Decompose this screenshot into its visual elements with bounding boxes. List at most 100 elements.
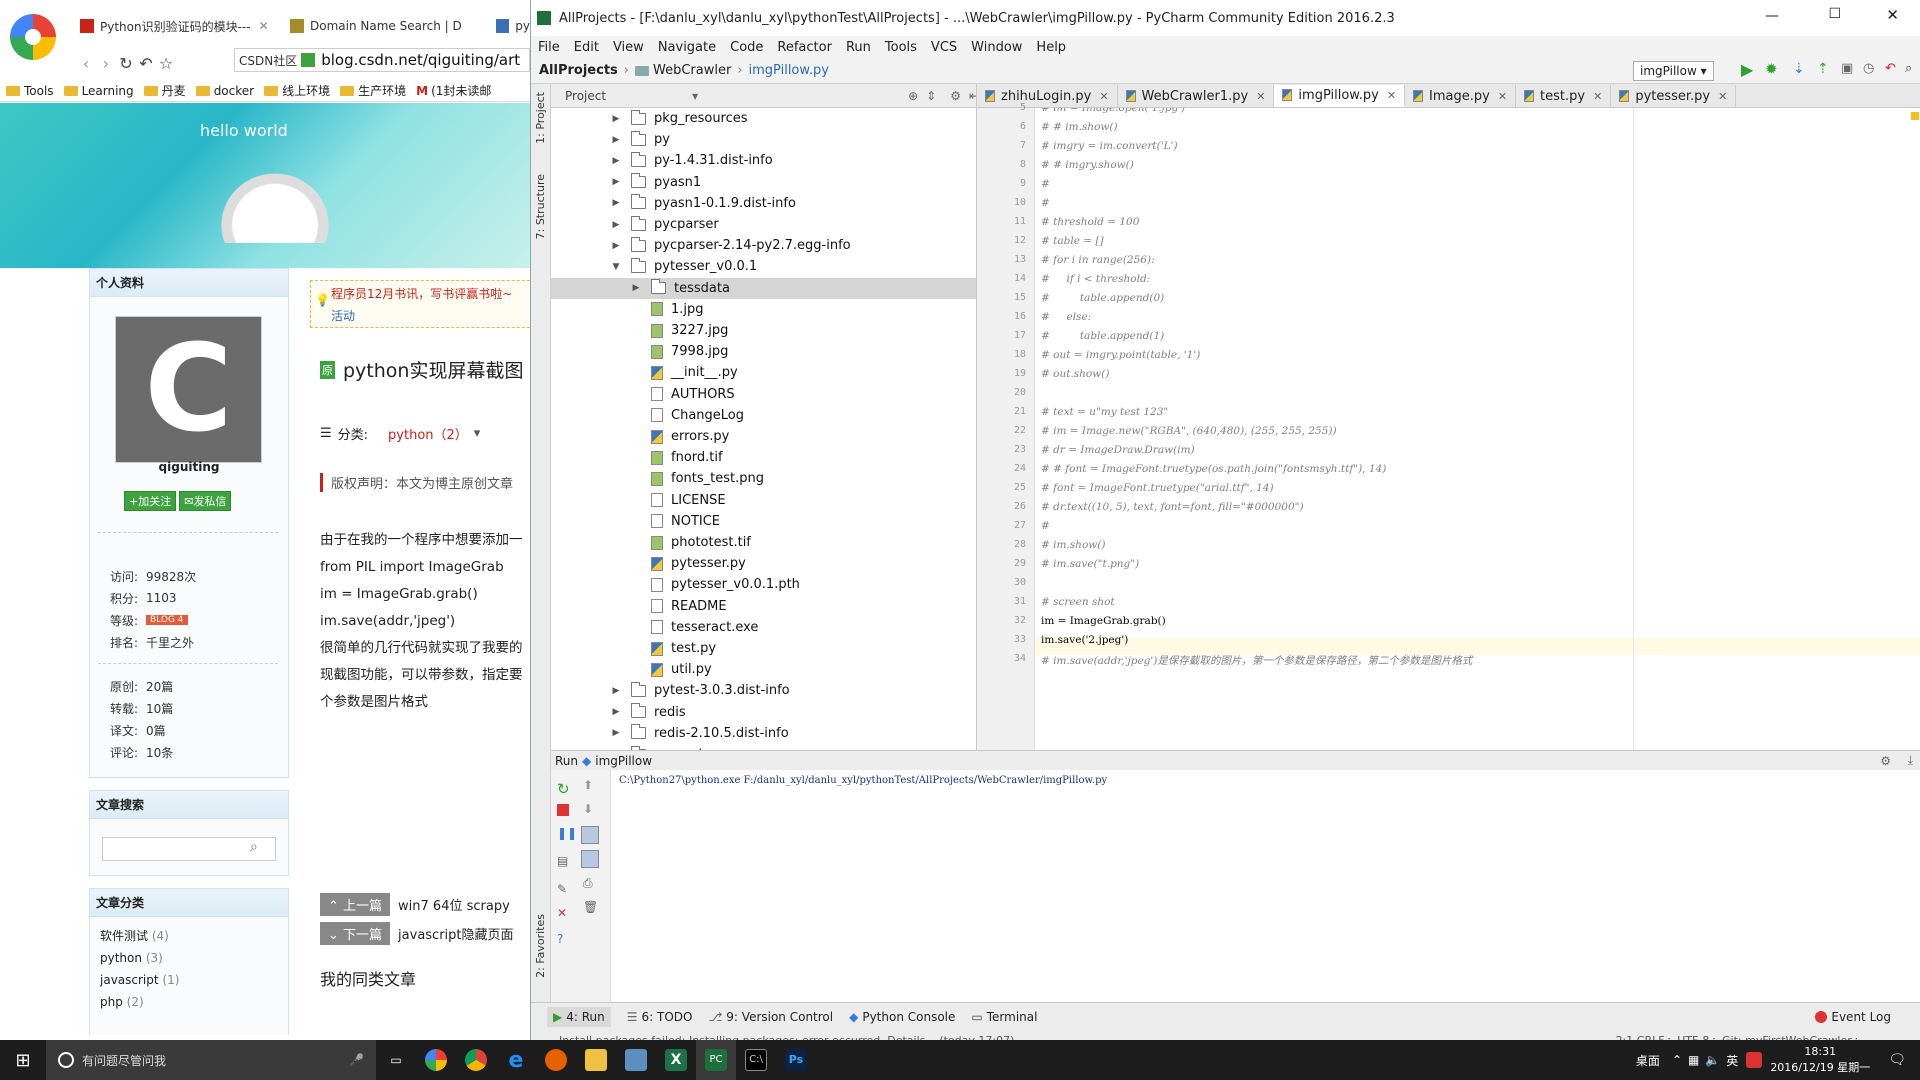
breadcrumb-file[interactable]: imgPillow.py — [749, 63, 829, 78]
collapsed-arrow-icon[interactable]: ▶ — [611, 198, 621, 208]
editor-tab[interactable]: pytesser.py ✕ — [1611, 85, 1737, 107]
close-icon[interactable]: ✕ — [1886, 6, 1899, 24]
undo-icon[interactable]: ↶ — [136, 53, 156, 73]
photoshop-icon[interactable]: Ps — [776, 1040, 816, 1080]
collapsed-arrow-icon[interactable]: ▶ — [611, 156, 621, 166]
down-icon[interactable]: ⬇ — [583, 802, 593, 816]
tree-item[interactable]: __init__.py — [631, 362, 738, 383]
collapsed-arrow-icon[interactable]: ▶ — [611, 114, 621, 124]
notice-text[interactable]: 程序员12月书讯，写书评赢书啦~ — [331, 283, 530, 305]
collapse-icon[interactable]: ⇕ — [926, 89, 936, 103]
prev-link[interactable]: win7 64位 scrapy — [398, 895, 510, 914]
search-everywhere-icon[interactable]: ⌕ — [1905, 61, 1912, 76]
breadcrumb-project[interactable]: AllProjects — [539, 63, 618, 78]
sogou-icon[interactable] — [1746, 1052, 1763, 1068]
pin-icon[interactable]: ✎ — [557, 882, 567, 896]
tree-item[interactable]: ▼ pytesser_v0.0.1 — [611, 256, 757, 277]
microphone-icon[interactable]: 🎤 — [349, 1053, 364, 1067]
settings-icon[interactable]: ⚙ — [950, 89, 961, 103]
compare-icon[interactable]: ▣ — [1841, 61, 1853, 76]
breadcrumb-folder[interactable]: WebCrawler — [653, 63, 731, 78]
network-icon[interactable]: ▦ — [1688, 1053, 1699, 1067]
bookmark-learning[interactable]: Learning — [63, 84, 134, 98]
vcs-commit-icon[interactable]: ⇡ — [1817, 61, 1829, 77]
list-item[interactable]: python (3) — [100, 947, 278, 969]
collapsed-arrow-icon[interactable]: ▶ — [611, 707, 621, 717]
clear-icon[interactable]: 🗑 — [583, 900, 598, 914]
hide-icon[interactable]: ⤓ — [1908, 753, 1913, 768]
tree-item[interactable]: LICENSE — [631, 490, 726, 511]
refresh-icon[interactable]: ↻ — [116, 53, 136, 73]
menu-refactor[interactable]: Refactor — [777, 40, 832, 55]
collapsed-arrow-icon[interactable]: ▶ — [611, 220, 621, 230]
help-icon[interactable]: ? — [557, 932, 563, 946]
tree-item[interactable]: ▶ redis-2.10.5.dist-info — [611, 723, 789, 744]
soft-wrap-icon[interactable] — [581, 826, 599, 844]
desktop-toolbar[interactable]: 桌面 — [1636, 1052, 1660, 1069]
bookmark-docker[interactable]: docker — [195, 84, 254, 98]
editor-tab[interactable]: WebCrawler1.py ✕ — [1118, 85, 1275, 107]
tree-item[interactable]: phototest.tif — [631, 532, 751, 553]
back-icon[interactable]: ‹ — [76, 53, 96, 73]
tree-item[interactable]: ▶ pkg_resources — [611, 108, 748, 129]
search-icon[interactable]: ⌕ — [250, 839, 258, 855]
gear-icon[interactable]: ⚙ — [1880, 754, 1891, 768]
next-button[interactable]: ⌄ 下一篇 — [320, 922, 391, 945]
scroll-end-icon[interactable] — [581, 850, 599, 868]
ie-icon[interactable]: e — [496, 1040, 536, 1080]
tree-item[interactable]: ▶ pyasn1-0.1.9.dist-info — [611, 193, 796, 214]
expanded-arrow-icon[interactable]: ▼ — [611, 262, 621, 272]
run-config-name[interactable]: imgPillow — [595, 754, 652, 768]
menu-view[interactable]: View — [613, 40, 644, 55]
message-button[interactable]: ✉发私信 — [179, 491, 232, 511]
tree-item[interactable]: ▶ pycparser — [611, 214, 719, 235]
notification-icon[interactable]: 🗨 — [1888, 1052, 1906, 1068]
address-bar[interactable]: CSDN社区 blog.csdn.net/qiguiting/art — [234, 48, 530, 72]
chevron-down-icon[interactable]: ▾ — [474, 426, 481, 441]
tool-tab-console[interactable]: ◆ Python Console — [849, 1010, 955, 1024]
tree-item[interactable]: errors.py — [631, 426, 729, 447]
hide-icon[interactable]: ⇤ — [969, 89, 976, 103]
pause-icon[interactable]: ❚❚ — [557, 826, 577, 840]
explorer-icon[interactable] — [576, 1040, 616, 1080]
editor-tab[interactable]: zhihuLogin.py ✕ — [977, 85, 1118, 107]
chrome-icon[interactable] — [456, 1040, 496, 1080]
run-console[interactable]: C:\Python27\python.exe F:/danlu_xyl/danl… — [611, 770, 1920, 1002]
forward-icon[interactable]: › — [96, 53, 116, 73]
tree-item[interactable]: pytesser_v0.0.1.pth — [631, 574, 800, 595]
input-language[interactable]: 英 — [1726, 1052, 1738, 1069]
bookmark-production[interactable]: 生产环境 — [340, 82, 406, 99]
close-icon[interactable]: ✕ — [259, 19, 269, 33]
tree-item[interactable]: NOTICE — [631, 511, 720, 532]
follow-button[interactable]: +加关注 — [124, 491, 177, 511]
close-icon[interactable]: ✕ — [1256, 90, 1265, 103]
list-item[interactable]: javascript (1) — [100, 969, 278, 991]
list-item[interactable]: php (2) — [100, 991, 278, 1013]
collapsed-arrow-icon[interactable]: ▶ — [631, 283, 641, 293]
tool-tab-project[interactable]: 1: Project — [534, 92, 547, 144]
history-icon[interactable]: ◷ — [1863, 61, 1874, 76]
avatar[interactable]: C — [115, 316, 262, 463]
revert-icon[interactable]: ↶ — [1885, 61, 1896, 76]
target-icon[interactable]: ⊕ — [908, 89, 918, 103]
debug-icon[interactable]: ✹ — [1765, 60, 1778, 78]
browser-app-icon[interactable] — [416, 1040, 456, 1080]
prev-button[interactable]: ⌃ 上一篇 — [320, 893, 391, 916]
close-icon[interactable]: ✕ — [1718, 90, 1727, 103]
tool-tab-terminal[interactable]: ▭ Terminal — [971, 1010, 1037, 1024]
tree-item[interactable]: ▶ pycparser-2.14-py2.7.egg-info — [611, 235, 851, 256]
username[interactable]: qiguiting — [89, 460, 289, 474]
collapsed-arrow-icon[interactable]: ▶ — [611, 241, 621, 251]
tree-item[interactable]: pytesser.py — [631, 553, 746, 574]
pycharm-taskbar-icon[interactable]: PC — [696, 1040, 736, 1080]
menu-tools[interactable]: Tools — [885, 40, 917, 55]
menu-navigate[interactable]: Navigate — [658, 40, 716, 55]
close-icon[interactable]: ✕ — [1099, 90, 1108, 103]
list-item[interactable]: 软件测试 (4) — [100, 925, 278, 947]
browser-tab-1[interactable]: Python识别验证码的模块--- ✕ — [80, 14, 270, 38]
tree-item[interactable]: test.py — [631, 638, 716, 659]
browser-tab-2[interactable]: Domain Name Search | D — [290, 14, 465, 38]
category-link[interactable]: python（2） — [388, 424, 468, 443]
bookmark-denmark[interactable]: 丹麦 — [143, 82, 186, 99]
tree-item[interactable]: 7998.jpg — [631, 341, 728, 362]
